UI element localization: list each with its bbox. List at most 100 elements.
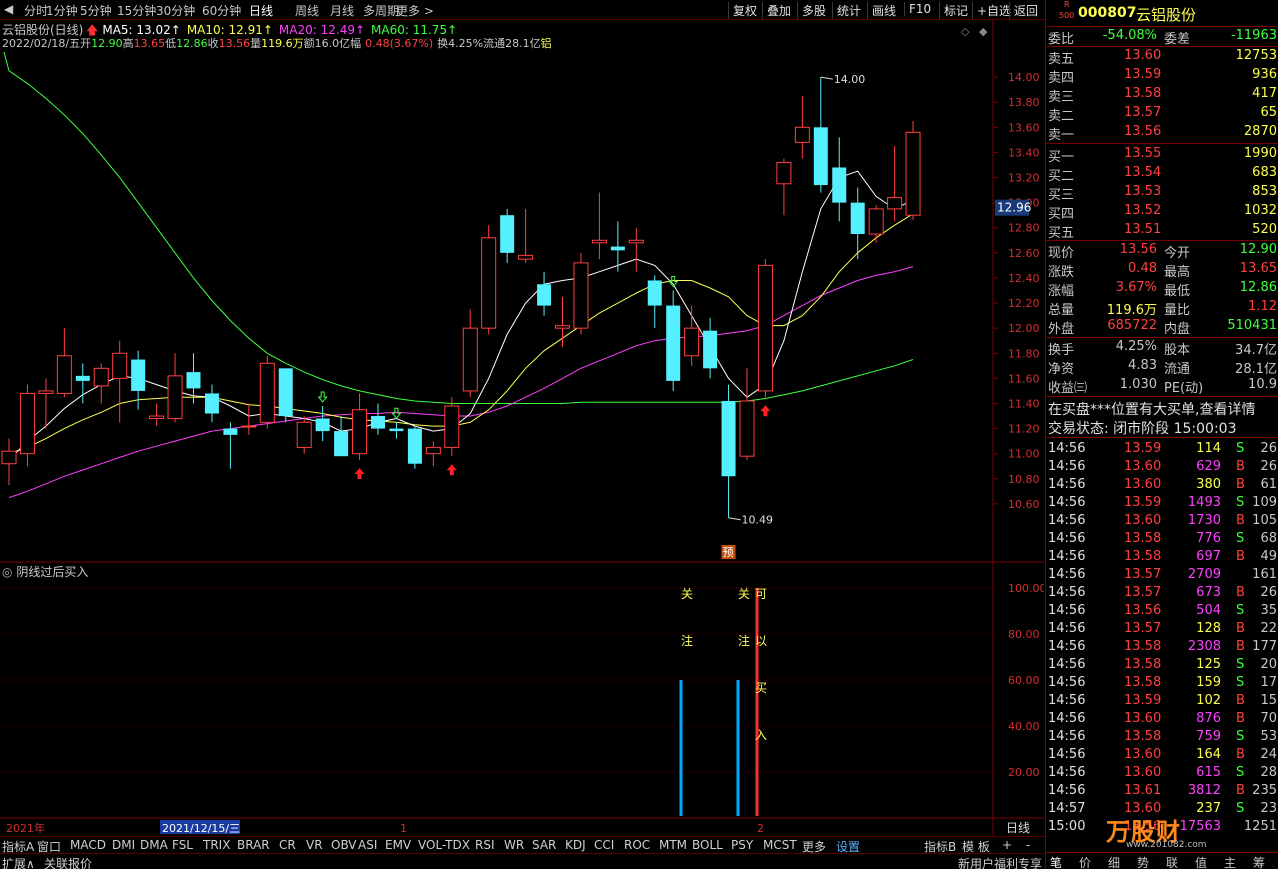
candle[interactable]	[241, 403, 257, 435]
candle[interactable]	[518, 208, 534, 263]
candle[interactable]	[813, 77, 828, 193]
indicator-tab-15[interactable]: WR	[504, 838, 524, 852]
footer-tab-2[interactable]: 细	[1108, 854, 1120, 869]
tick-vol: 504	[1196, 603, 1221, 618]
candle[interactable]	[628, 227, 644, 272]
indicator-tab-12[interactable]: EMV	[385, 838, 411, 852]
diamond-icon[interactable]: ◇	[961, 25, 970, 38]
indicator-tab-2[interactable]: MACD	[70, 838, 106, 852]
candle[interactable]	[75, 363, 90, 404]
footer-tab-5[interactable]: 值	[1195, 854, 1207, 869]
candle[interactable]	[167, 353, 183, 423]
candle[interactable]	[721, 384, 736, 518]
tick-time: 14:56	[1048, 711, 1086, 726]
indicator-tab-20[interactable]: MTM	[659, 838, 687, 852]
candle[interactable]	[149, 403, 165, 427]
candle[interactable]	[794, 95, 810, 159]
candle[interactable]	[223, 422, 238, 469]
indicator-tab-5[interactable]: FSL	[172, 838, 193, 852]
candle[interactable]	[905, 121, 921, 221]
big-order-notice[interactable]: 在买盘***位置有大买单,查看详情	[1048, 399, 1255, 419]
candle[interactable]	[389, 422, 404, 439]
indicator-tab-7[interactable]: BRAR	[237, 838, 270, 852]
indicator-tab-11[interactable]: ASI	[358, 838, 377, 852]
candle[interactable]	[647, 275, 662, 329]
footer-tab-0[interactable]: 笔	[1050, 854, 1062, 869]
candle[interactable]	[500, 208, 515, 263]
indicator-tab-3[interactable]: DMI	[112, 838, 135, 852]
candle[interactable]	[204, 384, 219, 423]
footer-tab-1[interactable]: 价	[1079, 854, 1091, 869]
expand-button[interactable]: 扩展∧	[2, 855, 35, 869]
indicator-tab-19[interactable]: ROC	[624, 838, 650, 852]
tab-right-2[interactable]: +	[1002, 838, 1012, 852]
tick-count: 235	[1252, 783, 1277, 798]
candle[interactable]	[371, 403, 385, 435]
candle[interactable]	[19, 384, 35, 467]
candle[interactable]	[462, 309, 478, 398]
candle[interactable]	[555, 296, 570, 347]
indicator-tab-8[interactable]: CR	[279, 838, 296, 852]
tick-count: 109	[1252, 495, 1277, 510]
indicator-tab-23[interactable]: MCST	[763, 838, 797, 852]
kline-chart[interactable]: 14.0013.8013.6013.4013.2013.0012.8012.60…	[0, 0, 1044, 869]
candle[interactable]	[315, 405, 330, 442]
tick-count: 26	[1260, 459, 1277, 474]
candle[interactable]	[425, 441, 441, 467]
footer-tab-7[interactable]: 筹	[1253, 854, 1265, 869]
candle[interactable]	[684, 305, 700, 366]
stat-label: 最低	[1164, 284, 1191, 299]
candle[interactable]	[1, 438, 17, 486]
candle[interactable]	[868, 205, 884, 243]
candle[interactable]	[739, 368, 755, 460]
candle[interactable]	[832, 137, 847, 222]
stat-label: 涨跌	[1048, 265, 1075, 280]
candle[interactable]	[278, 368, 293, 423]
candle[interactable]	[573, 252, 589, 335]
footer-tab-6[interactable]: 主	[1224, 854, 1236, 869]
candle[interactable]	[591, 192, 607, 260]
tick-price: 13.58	[1124, 729, 1162, 744]
candle[interactable]	[112, 340, 128, 423]
candle[interactable]	[776, 158, 792, 216]
candle[interactable]	[444, 397, 460, 457]
signal-text: 关	[738, 587, 750, 601]
candle[interactable]	[296, 416, 312, 454]
diamond-filled-icon[interactable]: ◆	[979, 25, 988, 38]
candle[interactable]	[757, 259, 773, 398]
tick-vol: 164	[1196, 747, 1221, 762]
tick-time: 14:56	[1048, 639, 1086, 654]
candle[interactable]	[56, 328, 72, 398]
candle[interactable]	[666, 290, 681, 391]
indicator-tab-6[interactable]: TRIX	[203, 838, 230, 852]
footer-tab-3[interactable]: 势	[1137, 854, 1149, 869]
indicator-tab-13[interactable]: VOL-TDX	[418, 838, 470, 852]
candle[interactable]	[703, 318, 718, 379]
candle[interactable]	[407, 426, 422, 469]
indicator-tabs: 指标A 窗口 MACD DMI DMA FSL TRIX BRAR CR VR OBV ASI EMV V…	[0, 836, 1044, 854]
stat2-label: PE(动)	[1164, 381, 1204, 396]
tab-right-3[interactable]: -	[1026, 838, 1030, 852]
indicator-tab-4[interactable]: DMA	[140, 838, 168, 852]
candle[interactable]	[352, 393, 368, 460]
linked-quote-button[interactable]: 关联报价	[44, 855, 92, 869]
candle[interactable]	[481, 225, 497, 335]
indicator-tab-17[interactable]: KDJ	[565, 838, 586, 852]
tick-price: 13.58	[1124, 675, 1162, 690]
indicator-tab-10[interactable]: OBV	[331, 838, 357, 852]
candle[interactable]	[93, 363, 109, 404]
indicator-tab-21[interactable]: BOLL	[692, 838, 723, 852]
indicator-tab-18[interactable]: CCI	[594, 838, 614, 852]
tick-count: 20	[1260, 657, 1277, 672]
candle[interactable]	[334, 416, 349, 457]
candle[interactable]	[259, 355, 275, 429]
indicator-tab-9[interactable]: VR	[306, 838, 323, 852]
promo-link[interactable]: 新用户福利专享	[958, 855, 1042, 869]
candle[interactable]	[537, 271, 552, 316]
collapse-icon[interactable]: ◎	[2, 565, 12, 579]
footer-tab-4[interactable]: 联	[1166, 854, 1178, 869]
indicator-tab-22[interactable]: PSY	[731, 838, 753, 852]
indicator-tab-14[interactable]: RSI	[475, 838, 495, 852]
candle[interactable]	[887, 146, 903, 222]
indicator-tab-16[interactable]: SAR	[532, 838, 556, 852]
